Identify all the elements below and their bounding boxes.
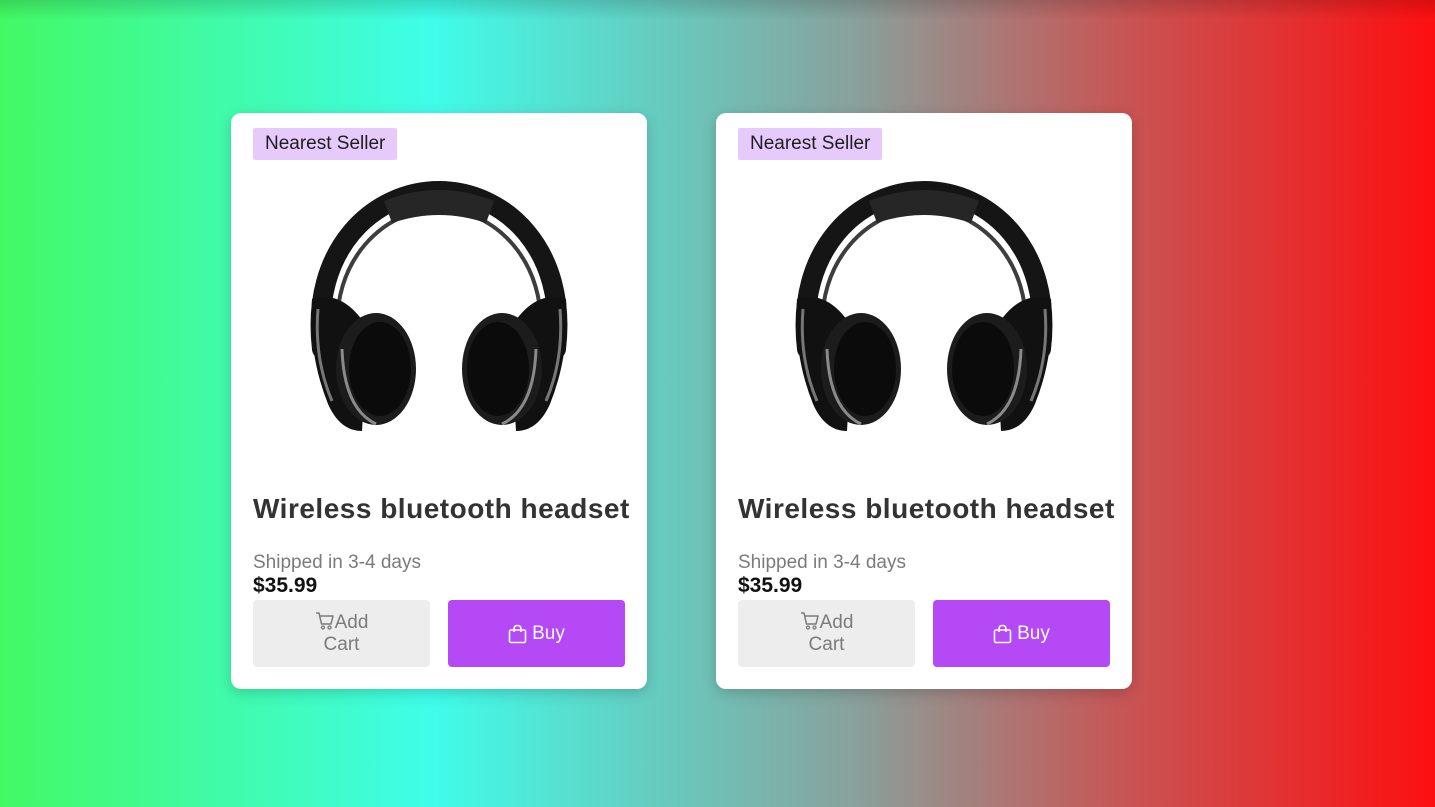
buy-label: Buy [1017,622,1050,644]
headphones-image [310,180,568,431]
nearest-seller-badge: Nearest Seller [253,128,398,160]
cart-icon [315,612,334,630]
add-cart-label-line1: Add [800,612,853,633]
product-title: Wireless bluetooth headset [253,493,630,524]
buy-button[interactable]: Buy [933,600,1110,667]
cart-icon [800,612,819,630]
nearest-seller-badge: Nearest Seller [738,128,883,160]
price: $35.99 [738,574,803,597]
shopping-bag-icon [508,624,527,643]
price: $35.99 [253,574,318,597]
product-title: Wireless bluetooth headset [738,493,1115,524]
product-card: Nearest Seller Wireless bluetooth headse… [231,113,647,689]
buy-button[interactable]: Buy [448,600,625,667]
add-to-cart-button[interactable]: Add Cart [738,600,915,667]
headphones-image [795,180,1053,431]
add-cart-label-line1: Add [315,612,368,633]
shipping-info: Shipped in 3-4 days [738,552,906,573]
add-to-cart-button[interactable]: Add Cart [253,600,430,667]
shopping-bag-icon [993,624,1012,643]
add-cart-label-line2: Cart [323,634,360,655]
top-shadow [0,0,1435,20]
add-cart-label-line2: Cart [808,634,845,655]
product-card: Nearest Seller Wireless bluetooth headse… [716,113,1132,689]
shipping-info: Shipped in 3-4 days [253,552,421,573]
buy-label: Buy [532,622,565,644]
